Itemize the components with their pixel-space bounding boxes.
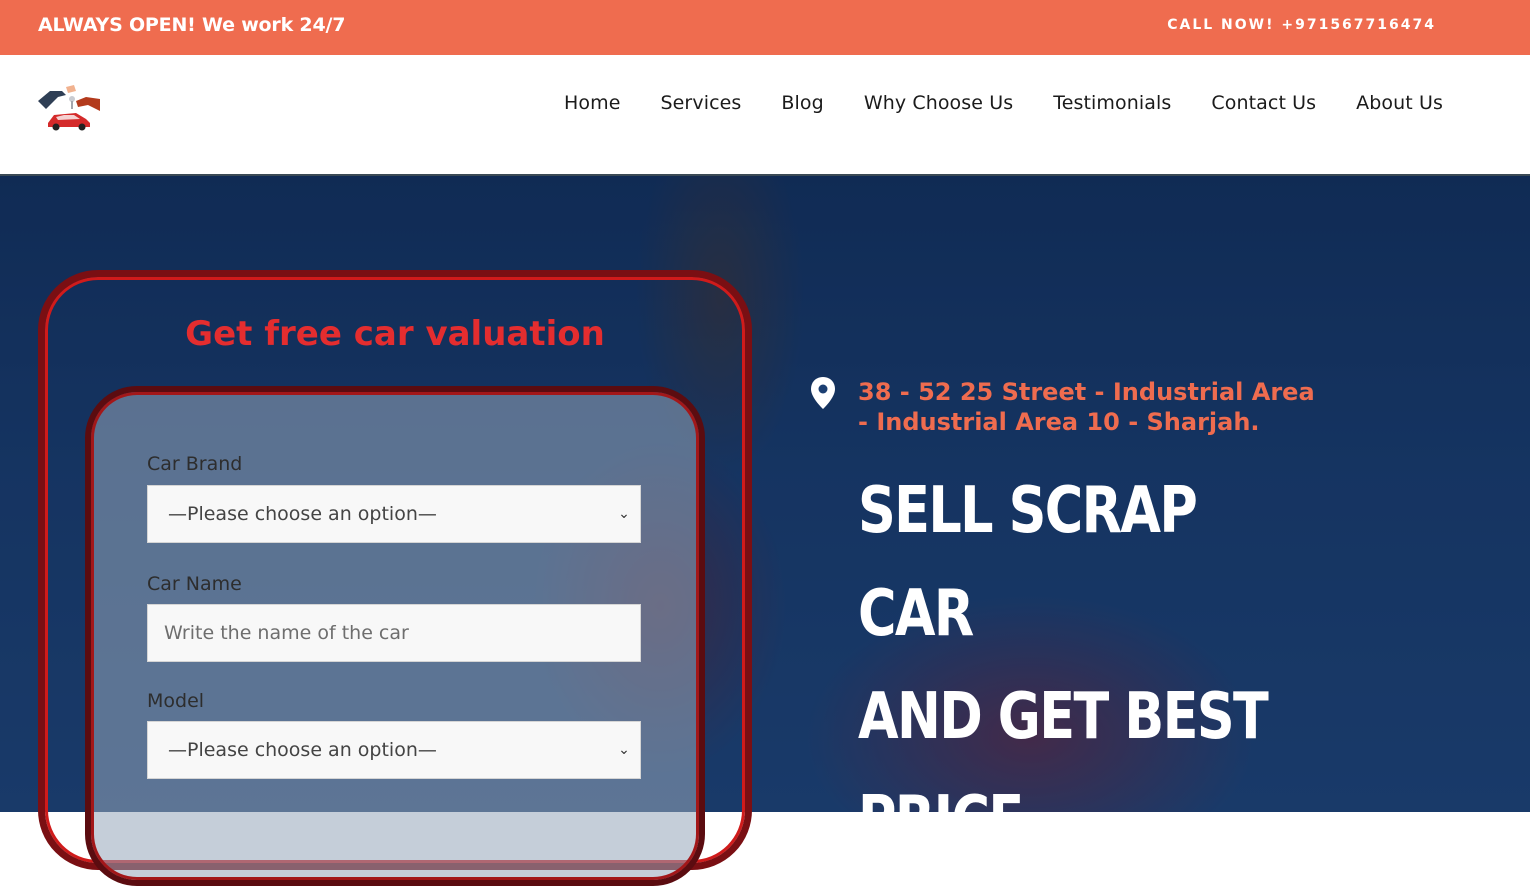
car-brand-select[interactable]: —Please choose an option— ⌄ [147,485,641,543]
top-bar: ALWAYS OPEN! We work 24/7 CALL NOW! +971… [0,0,1530,55]
car-name-input[interactable]: Write the name of the car [147,604,641,662]
nav-blog[interactable]: Blog [781,92,823,114]
address-text: 38 - 52 25 Street - Industrial Area - In… [858,378,1315,436]
nav-services[interactable]: Services [660,92,741,114]
location-pin-icon [810,376,836,410]
nav-testimonials[interactable]: Testimonials [1053,92,1171,114]
call-now-link[interactable]: CALL NOW! +971567716474 [1167,17,1436,33]
opening-hours-text: ALWAYS OPEN! We work 24/7 [38,14,346,36]
headline-line-2: and get best [858,680,1269,754]
car-brand-label: Car Brand [147,453,243,475]
nav-contact-us[interactable]: Contact Us [1211,92,1316,114]
car-key-handover-logo[interactable] [36,79,102,133]
car-brand-select-value: —Please choose an option— [168,503,437,525]
main-nav: Home Services Blog Why Choose Us Testimo… [564,92,1443,114]
model-select-value: —Please choose an option— [168,739,437,761]
car-name-placeholder: Write the name of the car [164,622,409,644]
hero-headline: Sell Scrap Car and get best price. [858,460,1317,872]
valuation-title: Get free car valuation [185,314,605,354]
model-select[interactable]: —Please choose an option— ⌄ [147,721,641,779]
nav-about-us[interactable]: About Us [1356,92,1443,114]
nav-home[interactable]: Home [564,92,621,114]
model-label: Model [147,690,205,712]
chevron-down-icon: ⌄ [618,742,630,758]
headline-line-3: price. [858,783,1042,857]
nav-why-choose-us[interactable]: Why Choose Us [864,92,1013,114]
headline-line-1: Sell Scrap Car [858,474,1198,651]
car-name-label: Car Name [147,573,242,595]
chevron-down-icon: ⌄ [618,506,630,522]
site-header: Home Services Blog Why Choose Us Testimo… [0,55,1530,176]
